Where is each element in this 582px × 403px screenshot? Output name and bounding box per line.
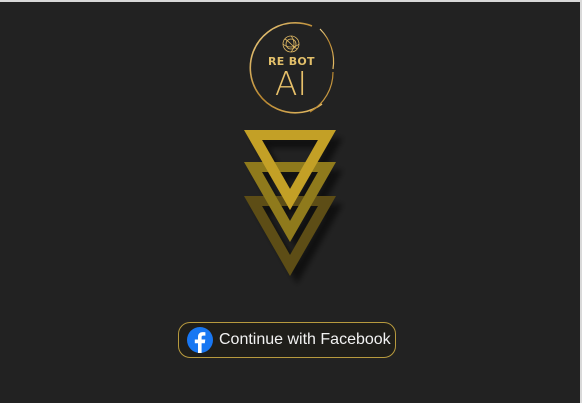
continue-with-facebook-button[interactable]: Continue with Facebook (178, 322, 396, 358)
facebook-button-label: Continue with Facebook (219, 331, 391, 348)
stacked-triangles-icon (236, 124, 356, 289)
facebook-icon (187, 327, 213, 353)
brand-name-bottom: AI (274, 64, 308, 103)
login-screen: RE BOT AI Continue with Facebook (0, 0, 582, 403)
spiral-emblem-icon (282, 35, 300, 53)
